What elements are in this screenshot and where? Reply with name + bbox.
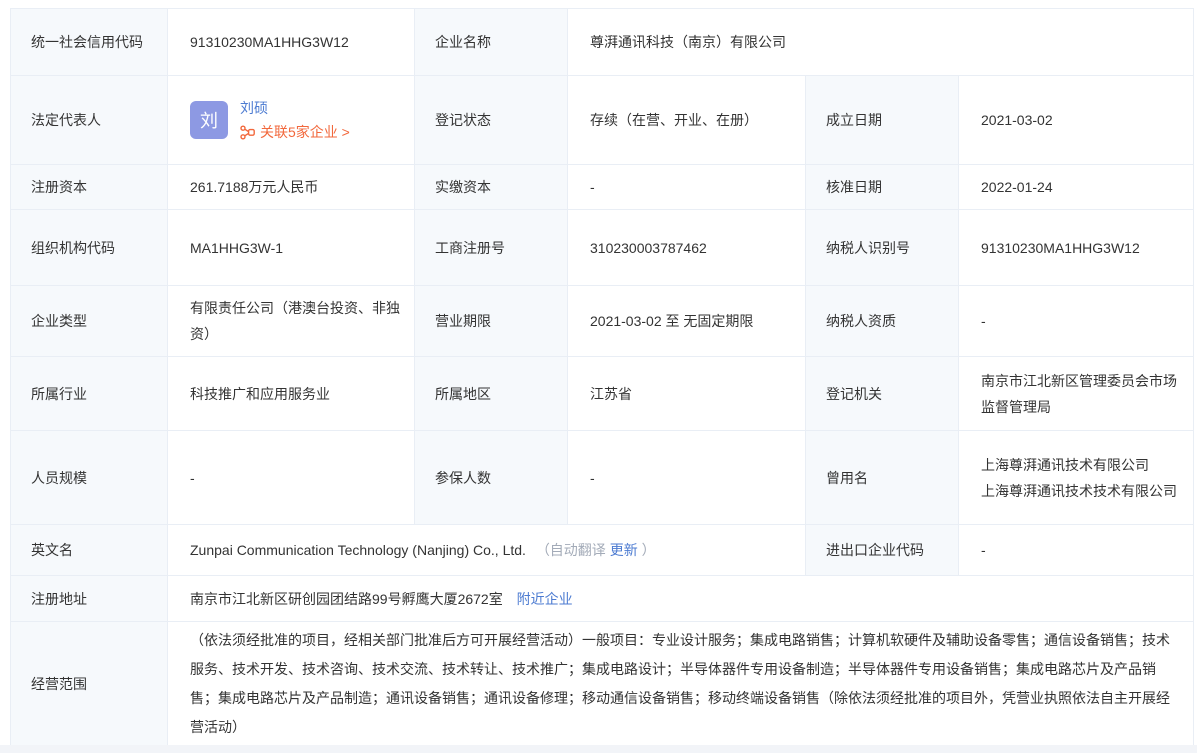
value-approval-date: 2022-01-24 [959,165,1194,210]
label-legal-representative: 法定代表人 [11,76,168,165]
value-paid-in-capital: - [568,165,806,210]
value-business-term: 2021-03-02 至 无固定期限 [568,286,806,357]
label-registered-address: 注册地址 [11,576,168,622]
related-companies-link[interactable]: 关联5家企业 > [240,122,350,142]
value-business-scope: （依法须经批准的项目，经相关部门批准后方可开展经营活动）一般项目：专业设计服务；… [168,622,1194,746]
value-registration-status: 存续（在营、开业、在册） [568,76,806,165]
legal-rep-name-link[interactable]: 刘硕 [240,98,350,118]
label-registered-capital: 注册资本 [11,165,168,210]
value-registered-capital: 261.7188万元人民币 [168,165,415,210]
label-establish-date: 成立日期 [806,76,959,165]
label-approval-date: 核准日期 [806,165,959,210]
value-industry: 科技推广和应用服务业 [168,357,415,431]
auto-translate-suffix: ） [638,542,656,558]
page-bottom-strip [0,745,1197,753]
value-insured-count: - [568,431,806,525]
value-import-export-code: - [959,525,1194,576]
value-company-type: 有限责任公司（港澳台投资、非独资） [168,286,415,357]
value-former-names: 上海尊湃通讯技术有限公司 上海尊湃通讯技术技术有限公司 [959,431,1194,525]
label-import-export-code: 进出口企业代码 [806,525,959,576]
value-taxpayer-id: 91310230MA1HHG3W12 [959,210,1194,286]
label-taxpayer-qualification: 纳税人资质 [806,286,959,357]
related-companies-label: 关联5家企业 > [260,122,350,142]
label-registration-authority: 登记机关 [806,357,959,431]
label-company-name: 企业名称 [415,9,568,76]
label-region: 所属地区 [415,357,568,431]
label-credit-code: 统一社会信用代码 [11,9,168,76]
label-former-names: 曾用名 [806,431,959,525]
update-translation-link[interactable]: 更新 [610,542,638,558]
label-business-reg-number: 工商注册号 [415,210,568,286]
label-taxpayer-id: 纳税人识别号 [806,210,959,286]
table-row: 组织机构代码 MA1HHG3W-1 工商注册号 310230003787462 … [11,210,1194,286]
value-region: 江苏省 [568,357,806,431]
legal-rep-avatar[interactable]: 刘 [190,101,228,139]
relation-graph-icon [240,125,255,140]
label-org-code: 组织机构代码 [11,210,168,286]
table-row: 所属行业 科技推广和应用服务业 所属地区 江苏省 登记机关 南京市江北新区管理委… [11,357,1194,431]
nearby-companies-link[interactable]: 附近企业 [517,591,573,607]
value-business-reg-number: 310230003787462 [568,210,806,286]
table-row: 注册地址 南京市江北新区研创园团结路99号孵鹰大厦2672室 附近企业 [11,576,1194,622]
table-row: 注册资本 261.7188万元人民币 实缴资本 - 核准日期 2022-01-2… [11,165,1194,210]
value-org-code: MA1HHG3W-1 [168,210,415,286]
address-text: 南京市江北新区研创园团结路99号孵鹰大厦2672室 [190,591,503,607]
english-name-text: Zunpai Communication Technology (Nanjing… [190,542,526,558]
value-english-name: Zunpai Communication Technology (Nanjing… [168,525,806,576]
auto-translate-prefix: （自动翻译 [536,542,610,558]
auto-translate-note: （自动翻译 更新 ） [536,542,656,558]
value-credit-code: 91310230MA1HHG3W12 [168,9,415,76]
table-row: 英文名 Zunpai Communication Technology (Nan… [11,525,1194,576]
value-company-name: 尊湃通讯科技（南京）有限公司 [568,9,1194,76]
label-industry: 所属行业 [11,357,168,431]
table-row: 法定代表人 刘 刘硕 [11,76,1194,165]
value-registered-address: 南京市江北新区研创园团结路99号孵鹰大厦2672室 附近企业 [168,576,1194,622]
label-business-term: 营业期限 [415,286,568,357]
company-info-page: 统一社会信用代码 91310230MA1HHG3W12 企业名称 尊湃通讯科技（… [0,0,1197,753]
table-row: 统一社会信用代码 91310230MA1HHG3W12 企业名称 尊湃通讯科技（… [11,9,1194,76]
label-english-name: 英文名 [11,525,168,576]
table-row: 经营范围 （依法须经批准的项目，经相关部门批准后方可开展经营活动）一般项目：专业… [11,622,1194,746]
label-business-scope: 经营范围 [11,622,168,746]
value-legal-representative: 刘 刘硕 [168,76,415,165]
label-staff-size: 人员规模 [11,431,168,525]
value-registration-authority: 南京市江北新区管理委员会市场监督管理局 [959,357,1194,431]
label-paid-in-capital: 实缴资本 [415,165,568,210]
label-insured-count: 参保人数 [415,431,568,525]
former-name-1: 上海尊湃通讯技术有限公司 [981,452,1179,478]
company-registration-table: 统一社会信用代码 91310230MA1HHG3W12 企业名称 尊湃通讯科技（… [10,8,1194,746]
former-name-2: 上海尊湃通讯技术技术有限公司 [981,478,1179,504]
table-row: 人员规模 - 参保人数 - 曾用名 上海尊湃通讯技术有限公司 上海尊湃通讯技术技… [11,431,1194,525]
label-company-type: 企业类型 [11,286,168,357]
value-staff-size: - [168,431,415,525]
table-row: 企业类型 有限责任公司（港澳台投资、非独资） 营业期限 2021-03-02 至… [11,286,1194,357]
label-registration-status: 登记状态 [415,76,568,165]
value-taxpayer-qualification: - [959,286,1194,357]
value-establish-date: 2021-03-02 [959,76,1194,165]
